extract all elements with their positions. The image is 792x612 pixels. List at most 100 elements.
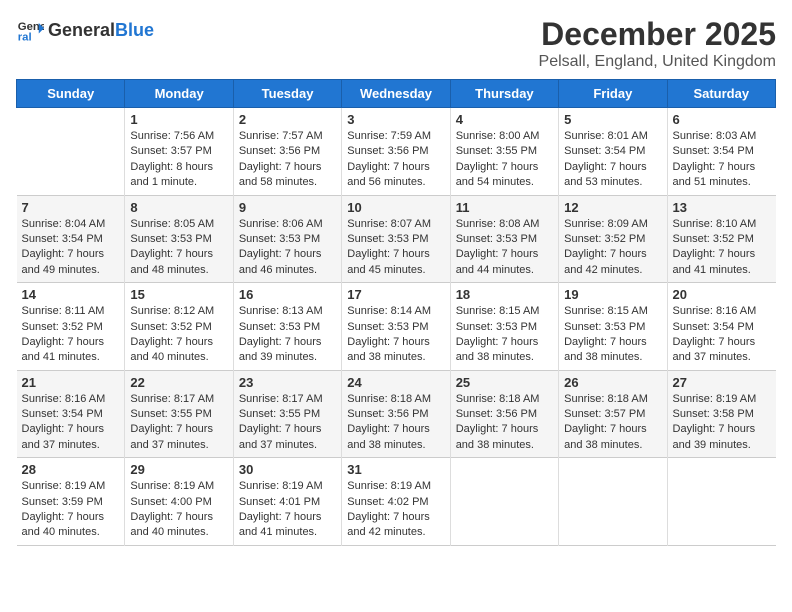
cell-content: Sunrise: 8:19 AM Sunset: 3:59 PM Dayligh… bbox=[22, 479, 120, 541]
calendar-week-2: 7Sunrise: 8:04 AM Sunset: 3:54 PM Daylig… bbox=[17, 195, 776, 283]
day-number: 23 bbox=[239, 375, 336, 390]
calendar-cell: 27 Sunrise: 8:19 AM Sunset: 3:58 PM Dayli… bbox=[667, 370, 775, 458]
calendar-cell: 7Sunrise: 8:04 AM Sunset: 3:54 PM Daylig… bbox=[17, 195, 125, 283]
title-area: December 2025 Pelsall, England, United K… bbox=[539, 16, 776, 71]
day-number: 17 bbox=[347, 287, 444, 302]
cell-content: Sunrise: 8:10 AM Sunset: 3:52 PM Dayligh… bbox=[673, 217, 771, 279]
calendar-cell: 30 Sunrise: 8:19 AM Sunset: 4:01 PM Dayli… bbox=[233, 458, 341, 546]
cell-content: Sunrise: 8:16 AM Sunset: 3:54 PM Dayligh… bbox=[673, 304, 771, 366]
calendar-cell: 9Sunrise: 8:06 AM Sunset: 3:53 PM Daylig… bbox=[233, 195, 341, 283]
day-number: 12 bbox=[564, 200, 661, 215]
logo-wordmark: GeneralBlue bbox=[48, 20, 154, 41]
day-number: 30 bbox=[239, 462, 336, 477]
day-header-tuesday: Tuesday bbox=[233, 80, 341, 108]
calendar-cell bbox=[667, 458, 775, 546]
calendar-week-5: 28 Sunrise: 8:19 AM Sunset: 3:59 PM Dayli… bbox=[17, 458, 776, 546]
day-number: 10 bbox=[347, 200, 444, 215]
day-number: 4 bbox=[456, 112, 553, 127]
calendar-table: SundayMondayTuesdayWednesdayThursdayFrid… bbox=[16, 79, 776, 546]
cell-content: Sunrise: 8:19 AM Sunset: 4:00 PM Dayligh… bbox=[130, 479, 227, 541]
day-number: 16 bbox=[239, 287, 336, 302]
calendar-cell: 12Sunrise: 8:09 AM Sunset: 3:52 PM Dayli… bbox=[559, 195, 667, 283]
calendar-cell: 6Sunrise: 8:03 AM Sunset: 3:54 PM Daylig… bbox=[667, 108, 775, 196]
day-number: 14 bbox=[22, 287, 120, 302]
cell-content: Sunrise: 8:15 AM Sunset: 3:53 PM Dayligh… bbox=[564, 304, 661, 366]
day-number: 2 bbox=[239, 112, 336, 127]
day-number: 18 bbox=[456, 287, 553, 302]
calendar-cell: 26 Sunrise: 8:18 AM Sunset: 3:57 PM Dayli… bbox=[559, 370, 667, 458]
cell-content: Sunrise: 8:06 AM Sunset: 3:53 PM Dayligh… bbox=[239, 217, 336, 279]
svg-text:ral: ral bbox=[18, 32, 32, 44]
calendar-cell: 25Sunrise: 8:18 AM Sunset: 3:56 PM Dayli… bbox=[450, 370, 558, 458]
calendar-week-1: 1 Sunrise: 7:56 AM Sunset: 3:57 PM Daylig… bbox=[17, 108, 776, 196]
calendar-cell bbox=[450, 458, 558, 546]
day-number: 3 bbox=[347, 112, 444, 127]
day-number: 15 bbox=[130, 287, 227, 302]
calendar-cell: 3 Sunrise: 7:59 AM Sunset: 3:56 PM Daylig… bbox=[342, 108, 450, 196]
calendar-cell: 28 Sunrise: 8:19 AM Sunset: 3:59 PM Dayli… bbox=[17, 458, 125, 546]
day-number: 20 bbox=[673, 287, 771, 302]
calendar-header: SundayMondayTuesdayWednesdayThursdayFrid… bbox=[17, 80, 776, 108]
calendar-cell: 24 Sunrise: 8:18 AM Sunset: 3:56 PM Dayli… bbox=[342, 370, 450, 458]
day-header-thursday: Thursday bbox=[450, 80, 558, 108]
cell-content: Sunrise: 8:19 AM Sunset: 4:01 PM Dayligh… bbox=[239, 479, 336, 541]
calendar-cell bbox=[559, 458, 667, 546]
cell-content: Sunrise: 7:59 AM Sunset: 3:56 PM Dayligh… bbox=[347, 129, 444, 191]
calendar-cell: 5Sunrise: 8:01 AM Sunset: 3:54 PM Daylig… bbox=[559, 108, 667, 196]
day-number: 7 bbox=[22, 200, 120, 215]
cell-content: Sunrise: 8:11 AM Sunset: 3:52 PM Dayligh… bbox=[22, 304, 120, 366]
logo: Gene ral GeneralBlue bbox=[16, 16, 154, 44]
calendar-week-4: 21Sunrise: 8:16 AM Sunset: 3:54 PM Dayli… bbox=[17, 370, 776, 458]
calendar-cell: 14 Sunrise: 8:11 AM Sunset: 3:52 PM Dayli… bbox=[17, 283, 125, 371]
calendar-body: 1 Sunrise: 7:56 AM Sunset: 3:57 PM Daylig… bbox=[17, 108, 776, 546]
page-subtitle: Pelsall, England, United Kingdom bbox=[539, 53, 776, 71]
day-number: 19 bbox=[564, 287, 661, 302]
cell-content: Sunrise: 8:18 AM Sunset: 3:56 PM Dayligh… bbox=[347, 392, 444, 454]
day-header-wednesday: Wednesday bbox=[342, 80, 450, 108]
day-number: 28 bbox=[22, 462, 120, 477]
page-header: Gene ral GeneralBlue December 2025 Pelsa… bbox=[16, 16, 776, 71]
cell-content: Sunrise: 8:01 AM Sunset: 3:54 PM Dayligh… bbox=[564, 129, 661, 191]
day-number: 29 bbox=[130, 462, 227, 477]
calendar-cell: 22Sunrise: 8:17 AM Sunset: 3:55 PM Dayli… bbox=[125, 370, 233, 458]
day-number: 27 bbox=[673, 375, 771, 390]
days-of-week-row: SundayMondayTuesdayWednesdayThursdayFrid… bbox=[17, 80, 776, 108]
cell-content: Sunrise: 7:56 AM Sunset: 3:57 PM Dayligh… bbox=[130, 129, 227, 191]
day-number: 26 bbox=[564, 375, 661, 390]
cell-content: Sunrise: 8:07 AM Sunset: 3:53 PM Dayligh… bbox=[347, 217, 444, 279]
calendar-cell: 15 Sunrise: 8:12 AM Sunset: 3:52 PM Dayli… bbox=[125, 283, 233, 371]
calendar-cell: 1 Sunrise: 7:56 AM Sunset: 3:57 PM Daylig… bbox=[125, 108, 233, 196]
calendar-week-3: 14 Sunrise: 8:11 AM Sunset: 3:52 PM Dayli… bbox=[17, 283, 776, 371]
day-number: 11 bbox=[456, 200, 553, 215]
calendar-cell: 31Sunrise: 8:19 AM Sunset: 4:02 PM Dayli… bbox=[342, 458, 450, 546]
calendar-cell: 23Sunrise: 8:17 AM Sunset: 3:55 PM Dayli… bbox=[233, 370, 341, 458]
cell-content: Sunrise: 8:03 AM Sunset: 3:54 PM Dayligh… bbox=[673, 129, 771, 191]
day-number: 24 bbox=[347, 375, 444, 390]
calendar-cell: 16Sunrise: 8:13 AM Sunset: 3:53 PM Dayli… bbox=[233, 283, 341, 371]
day-header-sunday: Sunday bbox=[17, 80, 125, 108]
cell-content: Sunrise: 8:15 AM Sunset: 3:53 PM Dayligh… bbox=[456, 304, 553, 366]
calendar-cell: 21Sunrise: 8:16 AM Sunset: 3:54 PM Dayli… bbox=[17, 370, 125, 458]
calendar-cell: 8Sunrise: 8:05 AM Sunset: 3:53 PM Daylig… bbox=[125, 195, 233, 283]
calendar-cell: 29 Sunrise: 8:19 AM Sunset: 4:00 PM Dayli… bbox=[125, 458, 233, 546]
day-number: 13 bbox=[673, 200, 771, 215]
logo-icon: Gene ral bbox=[16, 16, 44, 44]
cell-content: Sunrise: 8:16 AM Sunset: 3:54 PM Dayligh… bbox=[22, 392, 120, 454]
calendar-cell: 18 Sunrise: 8:15 AM Sunset: 3:53 PM Dayli… bbox=[450, 283, 558, 371]
calendar-cell: 2Sunrise: 7:57 AM Sunset: 3:56 PM Daylig… bbox=[233, 108, 341, 196]
calendar-cell: 17Sunrise: 8:14 AM Sunset: 3:53 PM Dayli… bbox=[342, 283, 450, 371]
day-number: 25 bbox=[456, 375, 553, 390]
cell-content: Sunrise: 8:19 AM Sunset: 4:02 PM Dayligh… bbox=[347, 479, 444, 541]
calendar-cell: 4 Sunrise: 8:00 AM Sunset: 3:55 PM Daylig… bbox=[450, 108, 558, 196]
cell-content: Sunrise: 8:08 AM Sunset: 3:53 PM Dayligh… bbox=[456, 217, 553, 279]
cell-content: Sunrise: 8:18 AM Sunset: 3:57 PM Dayligh… bbox=[564, 392, 661, 454]
logo-general-text: General bbox=[48, 20, 115, 40]
day-header-monday: Monday bbox=[125, 80, 233, 108]
calendar-cell: 11 Sunrise: 8:08 AM Sunset: 3:53 PM Dayli… bbox=[450, 195, 558, 283]
calendar-cell: 19 Sunrise: 8:15 AM Sunset: 3:53 PM Dayli… bbox=[559, 283, 667, 371]
cell-content: Sunrise: 8:00 AM Sunset: 3:55 PM Dayligh… bbox=[456, 129, 553, 191]
calendar-cell: 13 Sunrise: 8:10 AM Sunset: 3:52 PM Dayli… bbox=[667, 195, 775, 283]
day-number: 1 bbox=[130, 112, 227, 127]
cell-content: Sunrise: 8:12 AM Sunset: 3:52 PM Dayligh… bbox=[130, 304, 227, 366]
cell-content: Sunrise: 8:19 AM Sunset: 3:58 PM Dayligh… bbox=[673, 392, 771, 454]
